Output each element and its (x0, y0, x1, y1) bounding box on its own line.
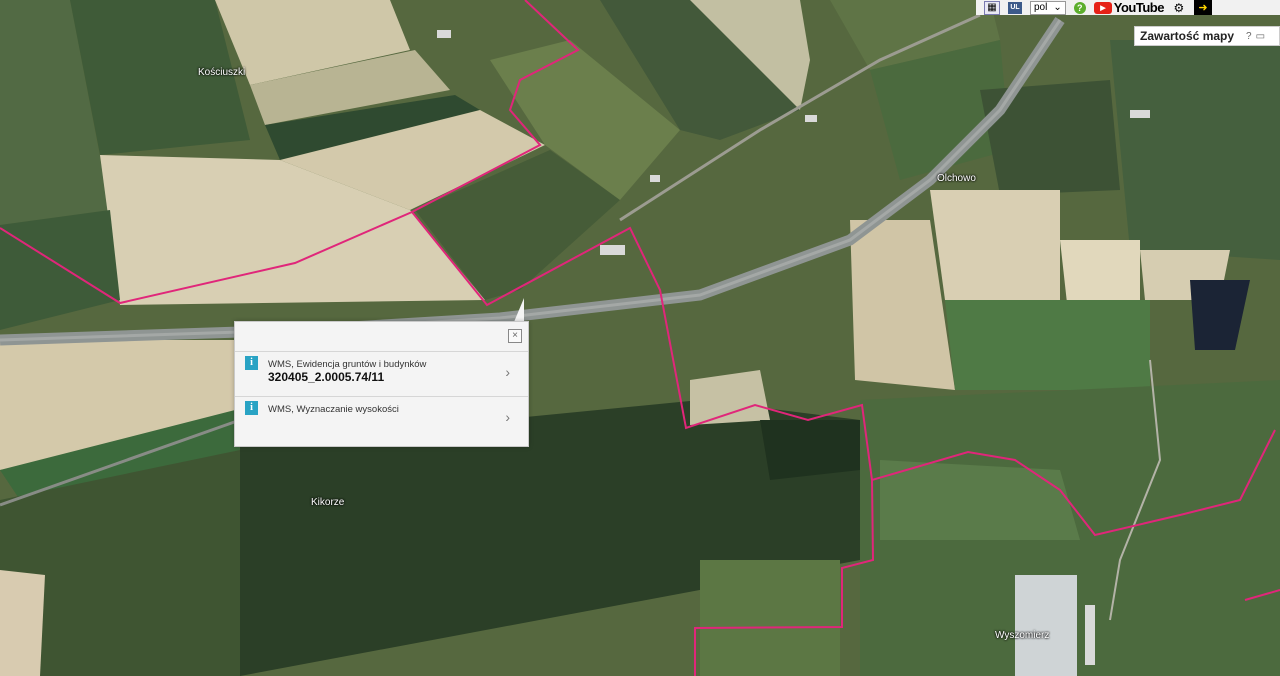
youtube-label: YouTube (1113, 0, 1165, 15)
top-toolbar: ▦ UL pol ⌄ ? ▶ YouTube ⚙ ➜ (976, 0, 1280, 15)
help-icon[interactable]: ? (1073, 1, 1086, 14)
aerial-map[interactable] (0, 0, 1280, 676)
map-contents-panel[interactable]: Zawartość mapy ? ▭ (1134, 26, 1280, 46)
popup-pointer (514, 298, 524, 322)
calculator-icon[interactable]: ▦ (984, 0, 1000, 15)
popup-item-title: WMS, Wyznaczanie wysokości (268, 404, 399, 415)
help-icon[interactable]: ? (1246, 31, 1252, 42)
close-icon[interactable]: × (508, 329, 522, 343)
place-label-kikorze: Kikorze (311, 497, 345, 508)
place-label-wyszomierz: Wyszomierz (995, 630, 1050, 641)
youtube-link[interactable]: ▶ YouTube (1093, 0, 1165, 15)
popup-item-title: WMS, Ewidencja gruntów i budynków (268, 359, 427, 370)
chevron-down-icon: ⌄ (1053, 1, 1062, 13)
chevron-right-icon[interactable]: › (505, 364, 510, 380)
info-icon: i (245, 401, 258, 415)
identify-popup: × i WMS, Ewidencja gruntów i budynków 32… (234, 321, 529, 447)
place-label-olchowo: Olchowo (937, 173, 976, 184)
parcel-id: 320405_2.0005.74/11 (268, 370, 385, 384)
play-icon: ▶ (1093, 1, 1112, 14)
exit-arrow-icon[interactable]: ➜ (1193, 0, 1212, 15)
map-contents-label: Zawartość mapy (1140, 29, 1235, 43)
minimize-icon[interactable]: ▭ (1256, 31, 1265, 42)
chevron-right-icon[interactable]: › (505, 409, 510, 425)
popup-item-wysokosci[interactable]: i WMS, Wyznaczanie wysokości › (235, 397, 528, 441)
uldk-icon[interactable]: UL (1008, 1, 1022, 14)
settings-icon[interactable]: ⚙ (1172, 1, 1186, 15)
popup-item-ewidencja[interactable]: i WMS, Ewidencja gruntów i budynków 3204… (235, 351, 528, 397)
language-value: pol (1034, 1, 1048, 13)
place-label-kosciuszki: Kościuszki (198, 67, 246, 78)
language-select[interactable]: pol ⌄ (1030, 0, 1066, 15)
info-icon: i (245, 356, 258, 370)
